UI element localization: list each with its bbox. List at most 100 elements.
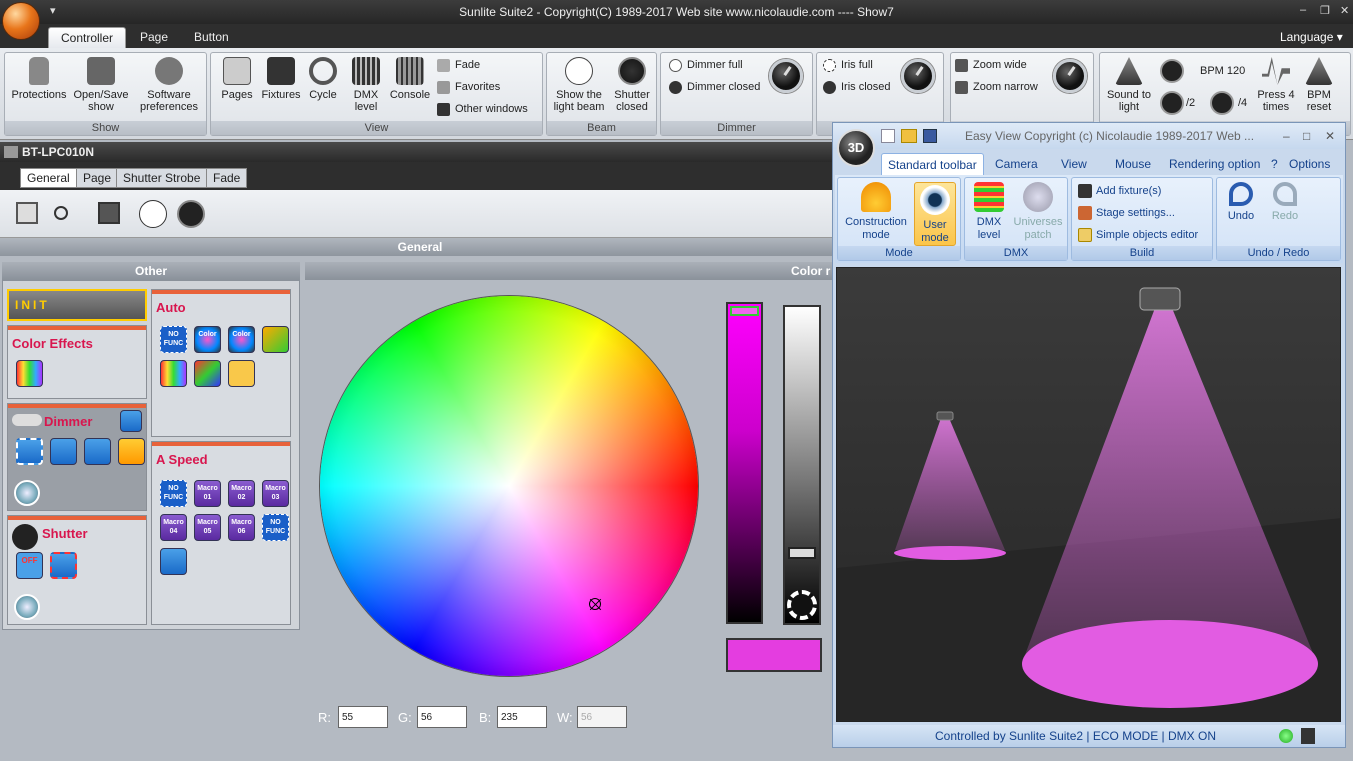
undo-button[interactable]: Undo bbox=[1221, 182, 1261, 223]
intensity-slider-thumb[interactable] bbox=[788, 547, 816, 559]
construction-mode-button[interactable]: Construction mode bbox=[840, 182, 912, 242]
dimmer-preset-2-icon[interactable] bbox=[50, 438, 77, 465]
ev-tab-standard-toolbar[interactable]: Standard toolbar bbox=[881, 153, 984, 175]
add-fixtures-button[interactable]: Add fixture(s) bbox=[1076, 182, 1161, 200]
open-save-button[interactable]: Open/Save show bbox=[71, 57, 131, 113]
easy-view-3d-logo[interactable]: 3D bbox=[837, 129, 875, 167]
bpm-reset-button[interactable]: BPM reset bbox=[1302, 57, 1336, 113]
beam-off-icon[interactable] bbox=[177, 200, 205, 228]
macro-01-button[interactable]: Macro 01 bbox=[194, 480, 221, 507]
intensity-slider[interactable] bbox=[783, 305, 821, 625]
auto-color-2-button[interactable]: Color bbox=[228, 326, 255, 353]
zoom-wide-button[interactable]: Zoom wide bbox=[955, 56, 1027, 74]
macro-06-button[interactable]: Macro 06 bbox=[228, 514, 255, 541]
zoom-knob[interactable] bbox=[1053, 59, 1087, 93]
auto-sound-icon[interactable] bbox=[228, 360, 255, 387]
saturation-slider-thumb[interactable] bbox=[730, 306, 759, 316]
macro-03-button[interactable]: Macro 03 bbox=[262, 480, 289, 507]
console-button[interactable]: Console bbox=[387, 57, 433, 101]
bpm-div2-button[interactable] bbox=[1160, 91, 1184, 115]
screen-icon[interactable] bbox=[16, 202, 38, 224]
pages-button[interactable]: Pages bbox=[215, 57, 259, 101]
tab-controller[interactable]: Controller bbox=[48, 27, 127, 48]
minimize-icon[interactable]: – bbox=[1300, 4, 1306, 16]
dimmer-beam-icon[interactable] bbox=[120, 410, 142, 432]
ev-dmx-level-button[interactable]: DMX level bbox=[969, 182, 1009, 242]
auto-color-1-button[interactable]: Color bbox=[194, 326, 221, 353]
shutter-off-button[interactable]: OFF bbox=[16, 552, 43, 579]
macro-04-button[interactable]: Macro 04 bbox=[160, 514, 187, 541]
quick-access-icon[interactable]: ▾ bbox=[50, 4, 56, 17]
3d-scene-viewport[interactable] bbox=[836, 267, 1341, 722]
beam-on-icon[interactable] bbox=[139, 200, 167, 228]
ev-tab-rendering-option[interactable]: Rendering option bbox=[1163, 153, 1266, 175]
ev-maximize-icon[interactable]: □ bbox=[1303, 123, 1310, 149]
dimmer-closed-button[interactable]: Dimmer closed bbox=[669, 78, 760, 96]
layout-icon[interactable] bbox=[98, 202, 120, 224]
g-input[interactable]: 56 bbox=[417, 706, 467, 728]
auto-download-icon[interactable] bbox=[262, 326, 289, 353]
ev-options-menu[interactable]: Options bbox=[1283, 153, 1336, 175]
dimmer-cell-knob[interactable] bbox=[14, 480, 40, 506]
universes-patch-button[interactable]: Universes patch bbox=[1011, 182, 1065, 242]
dimmer-preset-3-icon[interactable] bbox=[84, 438, 111, 465]
dimmer-full-button[interactable]: Dimmer full bbox=[669, 56, 743, 74]
tab-page[interactable]: Page bbox=[128, 27, 180, 48]
sound-to-light-button[interactable]: Sound to light bbox=[1102, 57, 1156, 113]
iris-closed-button[interactable]: Iris closed bbox=[823, 78, 891, 96]
device-tab-general[interactable]: General bbox=[20, 168, 77, 188]
macro-05-button[interactable]: Macro 05 bbox=[194, 514, 221, 541]
color-wheel-cursor[interactable] bbox=[589, 598, 601, 610]
b-input[interactable]: 235 bbox=[497, 706, 547, 728]
speed-nofunc-button[interactable]: NO FUNC bbox=[160, 480, 187, 507]
tab-button[interactable]: Button bbox=[182, 27, 241, 48]
dimmer-preset-4-icon[interactable] bbox=[118, 438, 145, 465]
gear-icon[interactable] bbox=[787, 590, 817, 620]
color-effect-rainbow-icon[interactable] bbox=[16, 360, 43, 387]
speed-nofunc-2-button[interactable]: NO FUNC bbox=[262, 514, 289, 541]
bpm-x1-button[interactable] bbox=[1160, 59, 1184, 83]
auto-grid-icon[interactable] bbox=[194, 360, 221, 387]
ev-tab-view[interactable]: View bbox=[1055, 153, 1093, 175]
saturation-slider[interactable] bbox=[726, 302, 763, 624]
save-icon[interactable] bbox=[923, 129, 937, 143]
ev-tab-mouse[interactable]: Mouse bbox=[1109, 153, 1157, 175]
speed-layers-icon[interactable] bbox=[160, 548, 187, 575]
open-folder-icon[interactable] bbox=[901, 129, 917, 143]
shutter-strobe-icon[interactable] bbox=[50, 552, 77, 579]
simple-objects-editor-button[interactable]: Simple objects editor bbox=[1076, 226, 1198, 244]
shutter-closed-button[interactable]: Shutter closed bbox=[609, 57, 655, 113]
iris-full-button[interactable]: Iris full bbox=[823, 56, 873, 74]
bpm-div4-button[interactable] bbox=[1210, 91, 1234, 115]
auto-rainbow-icon[interactable] bbox=[160, 360, 187, 387]
ev-tab-camera[interactable]: Camera bbox=[989, 153, 1044, 175]
fade-button[interactable]: Fade bbox=[437, 56, 480, 74]
ev-help-button[interactable]: ? bbox=[1265, 153, 1284, 175]
color-wheel[interactable] bbox=[320, 296, 698, 676]
show-light-beam-button[interactable]: Show the light beam bbox=[549, 57, 609, 113]
favorites-button[interactable]: Favorites bbox=[437, 78, 500, 96]
shutter-knob[interactable] bbox=[14, 594, 40, 620]
device-tab-fade[interactable]: Fade bbox=[206, 168, 248, 188]
software-preferences-button[interactable]: Software preferences bbox=[133, 57, 205, 113]
new-file-icon[interactable] bbox=[881, 129, 895, 143]
stage-settings-button[interactable]: Stage settings... bbox=[1076, 204, 1175, 222]
dimmer-knob[interactable] bbox=[769, 59, 803, 93]
ev-close-icon[interactable]: ✕ bbox=[1325, 123, 1335, 149]
ev-minimize-icon[interactable]: – bbox=[1283, 123, 1290, 149]
device-tab-page[interactable]: Page bbox=[76, 168, 119, 188]
search-icon[interactable] bbox=[54, 206, 68, 220]
init-button[interactable]: INIT bbox=[7, 289, 147, 321]
close-icon[interactable]: ✕ bbox=[1340, 4, 1349, 17]
user-mode-button[interactable]: User mode bbox=[914, 182, 956, 246]
language-menu[interactable]: Language ▾ bbox=[1280, 30, 1343, 44]
iris-knob[interactable] bbox=[901, 59, 935, 93]
r-input[interactable]: 55 bbox=[338, 706, 388, 728]
maximize-icon[interactable]: ❐ bbox=[1320, 4, 1330, 17]
macro-02-button[interactable]: Macro 02 bbox=[228, 480, 255, 507]
fixtures-button[interactable]: Fixtures bbox=[259, 57, 303, 101]
protections-button[interactable]: Protections bbox=[7, 57, 71, 101]
app-orb-button[interactable] bbox=[2, 2, 40, 40]
zoom-narrow-button[interactable]: Zoom narrow bbox=[955, 78, 1038, 96]
cycle-button[interactable]: Cycle bbox=[303, 57, 343, 101]
